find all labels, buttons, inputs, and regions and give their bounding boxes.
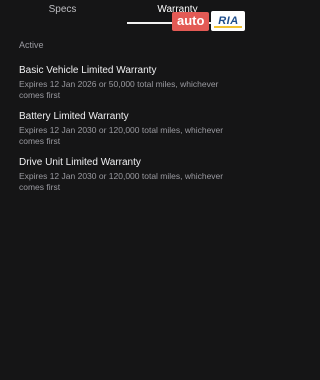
warranty-description: Expires 12 Jan 2030 or 120,000 total mil… — [19, 125, 224, 146]
section-label-active: Active — [19, 40, 44, 50]
warranty-title: Drive Unit Limited Warranty — [19, 157, 141, 168]
autoria-watermark-logo: auto RIA — [172, 10, 246, 32]
warranty-screen: Specs Warranty auto RIA Active Basic Veh… — [0, 0, 250, 380]
watermark-auto-text: auto — [172, 11, 210, 31]
warranty-description: Expires 12 Jan 2026 or 50,000 total mile… — [19, 79, 219, 100]
warranty-item-drive-unit: Drive Unit Limited Warranty Expires 12 J… — [19, 156, 234, 193]
warranty-item-basic-vehicle: Basic Vehicle Limited Warranty Expires 1… — [19, 64, 234, 101]
warranty-description: Expires 12 Jan 2030 or 120,000 total mil… — [19, 171, 224, 192]
watermark-ria-badge: RIA — [211, 11, 246, 31]
watermark-ria-bar — [214, 26, 243, 28]
tab-specs[interactable]: Specs — [0, 0, 125, 24]
warranty-item-battery: Battery Limited Warranty Expires 12 Jan … — [19, 110, 234, 147]
warranty-title: Basic Vehicle Limited Warranty — [19, 65, 157, 76]
warranty-title: Battery Limited Warranty — [19, 111, 129, 122]
